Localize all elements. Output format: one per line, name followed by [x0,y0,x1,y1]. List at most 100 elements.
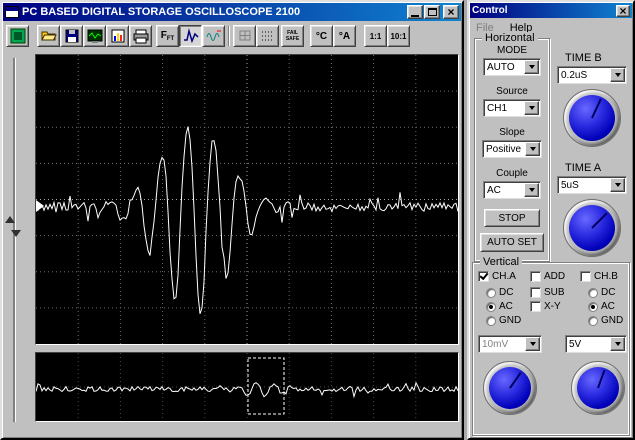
source-dropdown-arrow-icon[interactable] [524,101,539,115]
ac-a-radio[interactable]: AC [486,301,513,312]
mode-label: MODE [475,45,549,56]
main-window-title: PC BASED DIGITAL STORAGE OSCILLOSCOPE 21… [22,6,404,18]
volts-b-select[interactable]: 5V [565,335,627,353]
celsius-icon: °C [316,31,327,42]
ch-a-checkbox-box[interactable] [478,271,489,282]
slider-up-arrow-icon[interactable] [5,216,15,223]
fail-safe-button[interactable]: FAILSAFE [281,25,304,47]
waveform-icon [183,28,199,44]
time-a-dropdown-arrow-icon[interactable] [610,178,625,192]
display-mode-button[interactable] [83,25,106,47]
xy-checkbox-box[interactable] [530,301,541,312]
app-icon [5,6,19,18]
add-checkbox[interactable]: ADD [530,271,565,282]
dc-b-radio-circle[interactable] [588,288,598,298]
minimize-button[interactable] [407,5,423,19]
volts-a-knob[interactable] [483,361,537,415]
zoom-scope-display[interactable] [35,352,459,422]
vertical-position-slider[interactable] [2,54,32,428]
time-a-select[interactable]: 5uS [557,176,627,194]
gnd-b-radio-circle[interactable] [588,316,598,326]
stop-button[interactable]: STOP [484,209,540,227]
mode-select[interactable]: AUTO [483,58,541,76]
waveform-mode-button[interactable] [179,25,202,47]
volts-b-knob[interactable] [571,361,625,415]
sub-label: SUB [544,287,565,298]
sub-checkbox-box[interactable] [530,287,541,298]
horizontal-group: Horizontal MODE AUTO Source CH1 Slope Po… [474,38,550,262]
ch-b-checkbox-box[interactable] [580,271,591,282]
dc-a-radio-circle[interactable] [486,288,496,298]
xy-checkbox[interactable]: X-Y [530,301,561,312]
temperature-button[interactable]: °C [310,25,333,47]
maximize-button[interactable] [424,5,440,19]
interpolation-button[interactable] [202,25,225,47]
add-checkbox-box[interactable] [530,271,541,282]
current-button[interactable]: °A [333,25,356,47]
gnd-b-radio[interactable]: GND [588,315,623,326]
ch-a-checkbox[interactable]: CH.A [478,271,516,282]
dc-a-label: DC [499,287,513,298]
horizontal-group-label: Horizontal [482,32,538,44]
control-close-button[interactable] [616,5,630,17]
time-a-knob[interactable] [563,199,621,257]
mode-value: AUTO [484,62,524,73]
dc-a-radio[interactable]: DC [486,287,513,298]
persistence-button[interactable] [256,25,279,47]
time-b-knob-dial [569,95,615,141]
volts-b-value: 5V [566,339,610,350]
oscilloscope-window: PC BASED DIGITAL STORAGE OSCILLOSCOPE 21… [0,0,464,440]
fail-safe-icon: FAILSAFE [286,30,299,42]
time-b-dropdown-arrow-icon[interactable] [610,68,625,82]
time-b-select[interactable]: 0.2uS [557,66,627,84]
chart-button[interactable] [106,25,129,47]
slope-select[interactable]: Positive [482,140,542,158]
xy-label: X-Y [544,301,561,312]
ac-a-radio-circle[interactable] [486,302,496,312]
grid-icon [237,28,253,44]
fft-button[interactable]: FFT [156,25,179,47]
power-button[interactable] [6,25,29,47]
control-titlebar[interactable]: Control [470,3,632,18]
source-label: Source [475,86,549,97]
close-icon [447,7,454,17]
gnd-a-radio-circle[interactable] [486,316,496,326]
ac-b-radio[interactable]: AC [588,301,615,312]
main-titlebar[interactable]: PC BASED DIGITAL STORAGE OSCILLOSCOPE 21… [3,3,461,21]
auto-set-button[interactable]: AUTO SET [480,233,544,252]
minimize-icon [411,15,419,17]
couple-value: AC [484,185,524,196]
volts-a-select[interactable]: 10mV [478,335,542,353]
gnd-b-label: GND [601,315,623,326]
gnd-a-radio[interactable]: GND [486,315,521,326]
close-button[interactable] [443,5,459,19]
source-select[interactable]: CH1 [483,99,541,117]
time-b-knob[interactable] [563,89,621,147]
couple-select[interactable]: AC [483,181,541,199]
grid-toggle-button[interactable] [233,25,256,47]
ratio-1to1-button[interactable]: 1:1 [364,25,387,47]
gnd-a-label: GND [499,315,521,326]
slope-dropdown-arrow-icon[interactable] [525,142,540,156]
open-file-button[interactable] [37,25,60,47]
ac-b-radio-circle[interactable] [588,302,598,312]
ratio-10to1-button[interactable]: 10:1 [387,25,410,47]
save-button[interactable] [60,25,83,47]
volts-a-dropdown-arrow-icon[interactable] [525,337,540,351]
couple-dropdown-arrow-icon[interactable] [524,183,539,197]
dc-b-radio[interactable]: DC [588,287,615,298]
mode-dropdown-arrow-icon[interactable] [524,60,539,74]
source-value: CH1 [484,103,524,114]
print-button[interactable] [129,25,152,47]
slider-down-arrow-icon[interactable] [11,230,21,237]
time-a-value: 5uS [558,180,610,191]
volts-a-knob-dial [489,367,531,409]
ch-a-label: CH.A [492,271,516,282]
ac-a-label: AC [499,301,513,312]
maximize-icon [428,8,437,16]
ampere-icon: °A [339,31,350,42]
volts-b-dropdown-arrow-icon[interactable] [610,337,625,351]
main-scope-display[interactable] [35,54,459,345]
sub-checkbox[interactable]: SUB [530,287,565,298]
ch-b-checkbox[interactable]: CH.B [580,271,618,282]
